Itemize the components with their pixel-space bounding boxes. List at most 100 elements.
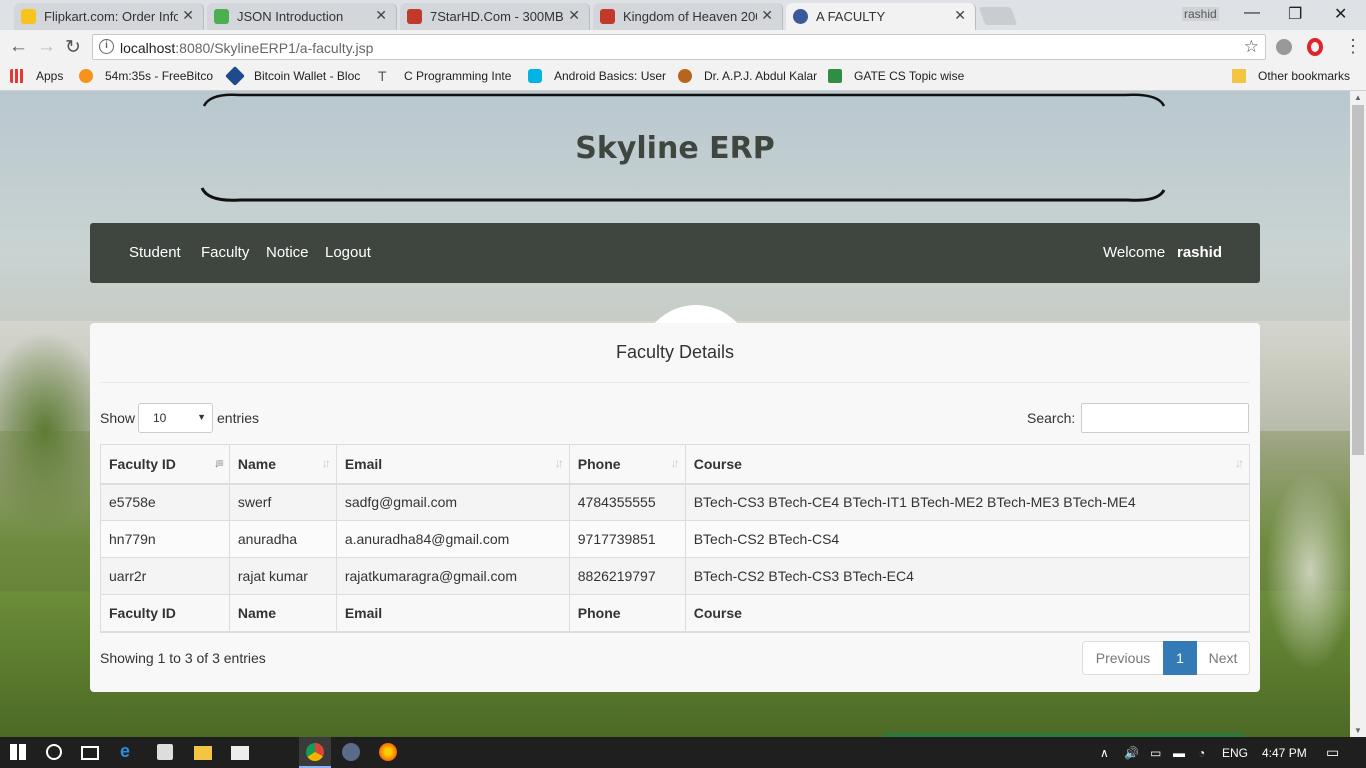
cell-faculty-id: uarr2r xyxy=(100,557,230,595)
network-icon[interactable]: ▭ xyxy=(1150,746,1161,760)
nav-notice[interactable]: Notice xyxy=(266,244,309,261)
close-icon[interactable]: ✕ xyxy=(375,7,387,24)
folder-icon xyxy=(1232,69,1246,83)
footer-name: Name xyxy=(228,594,337,633)
edge-icon[interactable]: e xyxy=(120,741,138,761)
table-footer-row: Faculty ID Name Email Phone Course xyxy=(100,594,1251,633)
file-explorer-icon[interactable] xyxy=(194,746,212,760)
wifi-icon[interactable]: ◔ xyxy=(1198,746,1205,760)
bookmark-blockchain[interactable]: Bitcoin Wallet - Bloc xyxy=(225,66,360,86)
cell-email: sadfg@gmail.com xyxy=(335,483,570,521)
windows-start-icon[interactable] xyxy=(10,744,26,760)
window-close-icon[interactable]: ✕ xyxy=(1334,4,1347,24)
profile-name[interactable]: rashid xyxy=(1182,7,1219,21)
footer-email: Email xyxy=(335,594,570,633)
opera-extension-icon[interactable] xyxy=(1307,38,1323,56)
maximize-icon[interactable]: ❐ xyxy=(1288,4,1302,24)
back-arrow-icon[interactable]: ← xyxy=(9,36,28,58)
info-icon[interactable]: i xyxy=(99,39,114,54)
store-icon[interactable] xyxy=(157,744,173,760)
bookmark-apps[interactable]: Apps xyxy=(10,69,63,83)
close-icon[interactable]: ✕ xyxy=(568,7,580,24)
faculty-panel: Faculty Details Show 10 ▼ entries Search… xyxy=(90,323,1260,692)
footer-faculty-id: Faculty ID xyxy=(100,594,230,633)
browser-tab-faculty[interactable]: A FACULTY ✕ xyxy=(786,3,976,30)
movie-icon xyxy=(600,9,615,24)
language-indicator[interactable]: ENG xyxy=(1222,746,1248,760)
chevron-down-icon: ▼ xyxy=(197,412,206,422)
column-header-email[interactable]: Email ↓↑ xyxy=(335,444,570,485)
minimize-icon[interactable]: — xyxy=(1244,4,1260,22)
cell-course: BTech-CS3 BTech-CE4 BTech-IT1 BTech-ME2 … xyxy=(684,483,1251,521)
column-header-phone[interactable]: Phone ↓↑ xyxy=(568,444,686,485)
cell-email: a.anuradha84@gmail.com xyxy=(335,520,570,558)
welcome-label: Welcome xyxy=(1103,244,1166,261)
geeksforgeeks-icon xyxy=(828,69,842,83)
bookmark-star-icon[interactable]: ☆ xyxy=(1244,37,1259,57)
bookmark-freebitco[interactable]: 54m:35s - FreeBitco xyxy=(79,69,213,83)
clock[interactable]: 4:47 PM xyxy=(1262,746,1307,760)
browser-tab-flipkart[interactable]: Flipkart.com: Order Inforr ✕ xyxy=(14,3,204,30)
close-icon[interactable]: ✕ xyxy=(182,7,194,24)
address-bar[interactable]: i localhost:8080/SkylineERP1/a-faculty.j… xyxy=(92,34,1266,60)
browser-menu-icon[interactable]: ⋮ xyxy=(1344,36,1362,57)
page-length-select[interactable]: 10 ▼ xyxy=(138,403,213,433)
sort-icon: ↓↑ xyxy=(321,456,331,470)
cell-faculty-id: e5758e xyxy=(100,483,230,521)
extension-icon[interactable] xyxy=(1276,39,1292,55)
browser-tab-json[interactable]: JSON Introduction ✕ xyxy=(207,3,397,30)
cell-faculty-id: hn779n xyxy=(100,520,230,558)
chevron-up-icon[interactable]: ∧ xyxy=(1100,746,1109,760)
background-tree xyxy=(1265,471,1350,671)
scroll-down-icon[interactable]: ▼ xyxy=(1354,726,1362,735)
task-view-icon[interactable] xyxy=(81,746,99,760)
bookmark-udacity[interactable]: Android Basics: User xyxy=(528,69,666,83)
new-tab-button[interactable] xyxy=(978,7,1018,25)
reload-icon[interactable]: ↻ xyxy=(65,36,81,59)
search-input[interactable] xyxy=(1081,403,1249,433)
settings-gear-icon[interactable] xyxy=(342,743,360,761)
table-row: hn779n anuradha a.anuradha84@gmail.com 9… xyxy=(100,520,1251,558)
entries-label: entries xyxy=(217,410,260,426)
7starhd-icon xyxy=(407,9,422,24)
windows-taskbar: e ∧ 🔊 ▭ ▬ ◔ ENG 4:47 PM ▭ xyxy=(0,737,1366,768)
pagination: Previous 1 Next xyxy=(1082,641,1250,675)
battery-icon[interactable]: ▬ xyxy=(1173,746,1185,760)
tab-title: A FACULTY xyxy=(816,9,886,24)
cell-course: BTech-CS2 BTech-CS3 BTech-EC4 xyxy=(684,557,1251,595)
firefox-icon[interactable] xyxy=(379,743,397,761)
sort-icon: ↓↑ xyxy=(670,456,680,470)
cortana-search-icon[interactable] xyxy=(46,744,62,760)
bookmark-kalam[interactable]: Dr. A.P.J. Abdul Kalar xyxy=(678,69,817,83)
w3schools-icon xyxy=(214,9,229,24)
apps-grid-icon xyxy=(10,69,24,83)
browser-tab-kingdom[interactable]: Kingdom of Heaven 2005 ✕ xyxy=(593,3,783,30)
browser-tab-strip: Flipkart.com: Order Inforr ✕ JSON Introd… xyxy=(0,0,1366,30)
nav-faculty[interactable]: Faculty xyxy=(201,244,249,261)
nav-student[interactable]: Student xyxy=(129,244,181,261)
bookmark-gate-cs[interactable]: GATE CS Topic wise xyxy=(828,69,964,83)
bookmark-other[interactable]: Other bookmarks xyxy=(1232,69,1350,83)
volume-icon[interactable]: 🔊 xyxy=(1124,746,1139,760)
notifications-icon[interactable]: ▭ xyxy=(1326,744,1339,761)
column-header-faculty-id[interactable]: Faculty ID ↓≡ xyxy=(100,444,230,485)
sort-icon: ↓↑ xyxy=(1235,456,1244,470)
browser-tab-7starhd[interactable]: 7StarHD.Com - 300MB D ✕ xyxy=(400,3,590,30)
forward-arrow-icon[interactable]: → xyxy=(37,36,56,58)
close-icon[interactable]: ✕ xyxy=(954,7,966,24)
column-header-course[interactable]: Course ↓↑ xyxy=(684,444,1251,485)
next-page-button[interactable]: Next xyxy=(1197,641,1250,675)
skyline-icon xyxy=(793,9,808,24)
previous-page-button[interactable]: Previous xyxy=(1082,641,1163,675)
scroll-up-icon[interactable]: ▲ xyxy=(1354,93,1362,102)
column-header-name[interactable]: Name ↓↑ xyxy=(228,444,337,485)
bookmark-c-programming[interactable]: T C Programming Inte xyxy=(378,69,511,83)
table-info: Showing 1 to 3 of 3 entries xyxy=(100,650,266,666)
nav-logout[interactable]: Logout xyxy=(325,244,371,261)
mail-icon[interactable] xyxy=(231,746,249,760)
page-1-button[interactable]: 1 xyxy=(1163,641,1197,675)
scroll-thumb[interactable] xyxy=(1352,105,1364,455)
site-brand-title: Skyline ERP xyxy=(575,131,775,166)
tab-title: Kingdom of Heaven 2005 xyxy=(623,9,757,24)
close-icon[interactable]: ✕ xyxy=(761,7,773,24)
